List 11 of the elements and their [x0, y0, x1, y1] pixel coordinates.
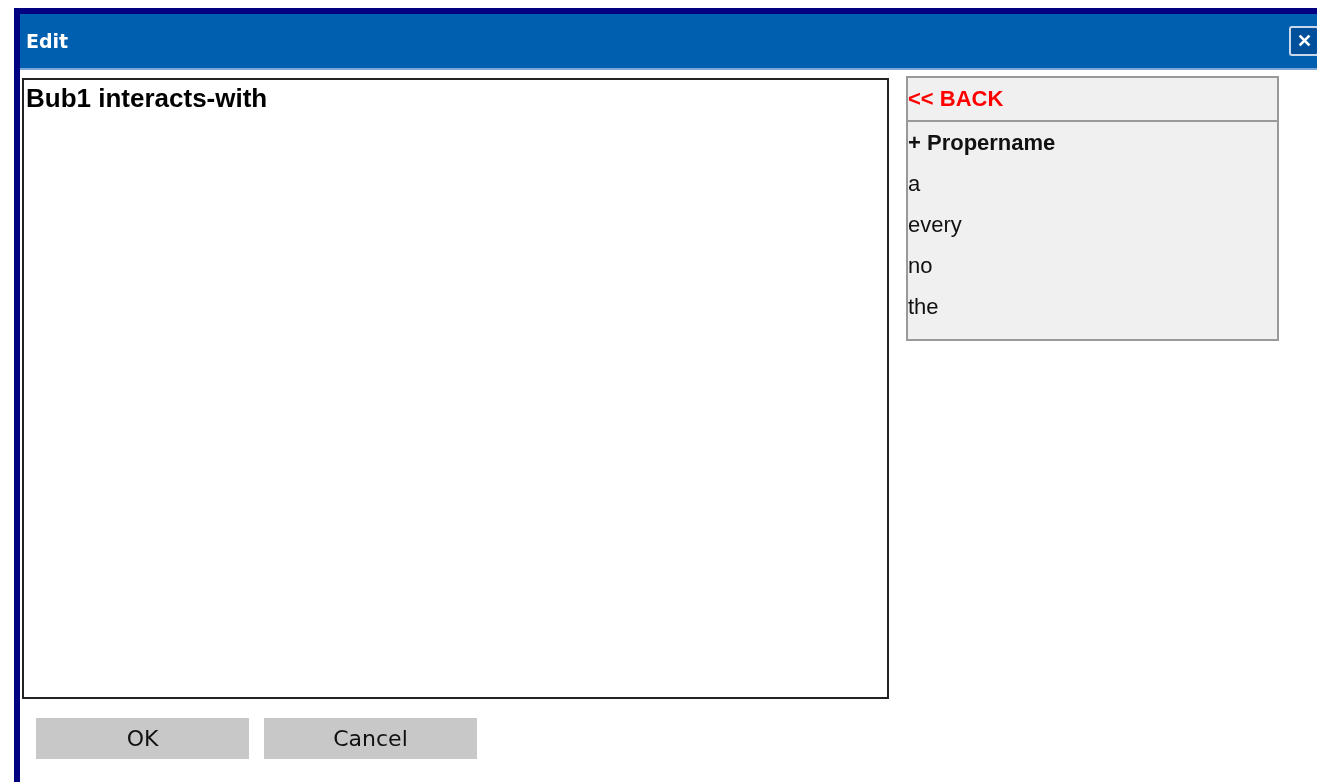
back-link[interactable]: << BACK [908, 78, 1277, 122]
close-button[interactable]: ✕ [1289, 26, 1317, 56]
text-editor[interactable]: Bub1 interacts-with [22, 78, 889, 699]
cancel-button[interactable]: Cancel [264, 718, 477, 759]
window-title: Edit [26, 30, 69, 52]
ok-button[interactable]: OK [36, 718, 249, 759]
menu-header: + Propername [908, 128, 1057, 157]
menu-item[interactable]: no [908, 245, 1277, 286]
menu-item[interactable]: the [908, 286, 1277, 327]
menu-item[interactable]: every [908, 204, 1277, 245]
menu-item[interactable]: a [908, 163, 1277, 204]
